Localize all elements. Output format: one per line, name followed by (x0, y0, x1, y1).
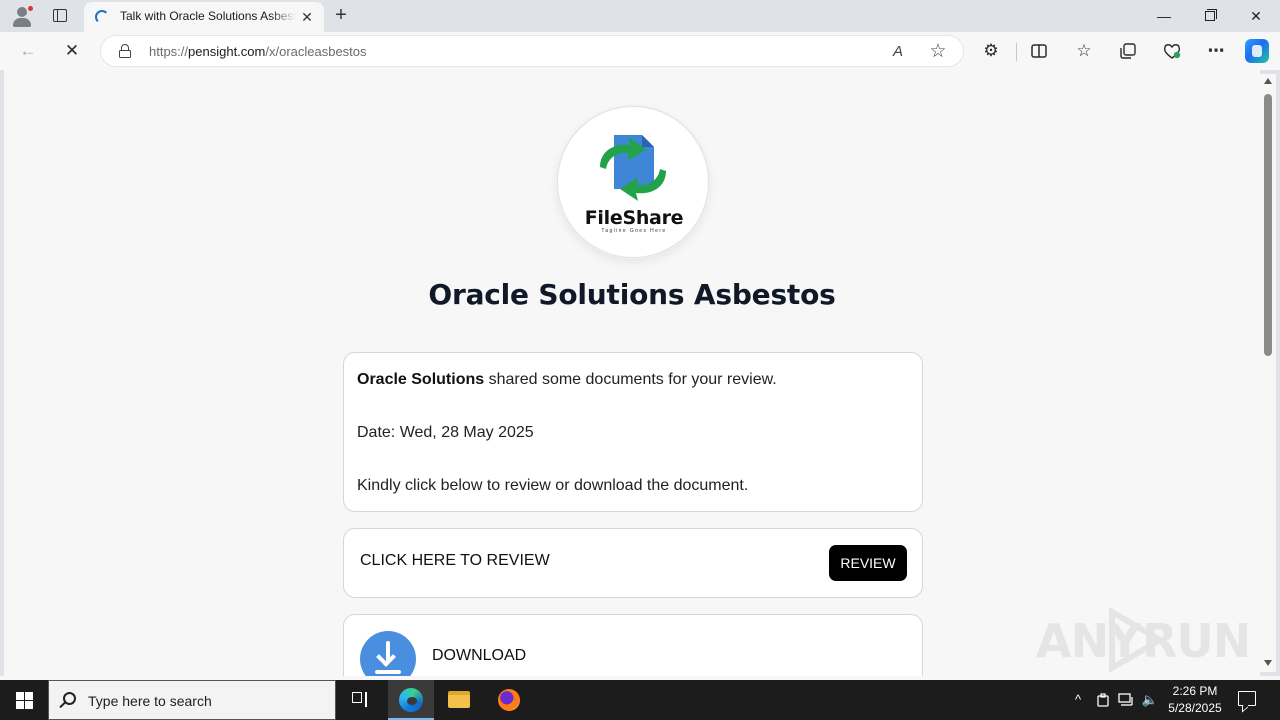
windows-taskbar: Type here to search ^ 🔈 2:26 PM 5/28/202… (0, 680, 1280, 720)
tab-close-icon[interactable]: ✕ (298, 8, 316, 26)
folder-icon (448, 691, 470, 708)
taskbar-clock[interactable]: 2:26 PM 5/28/2025 (1160, 683, 1230, 717)
clock-time: 2:26 PM (1172, 684, 1218, 698)
tray-security-icon[interactable] (1094, 680, 1112, 720)
taskbar-search-input[interactable]: Type here to search (48, 680, 336, 720)
favorites-icon[interactable]: ☆ (1070, 37, 1098, 65)
anyrun-watermark: ANY RUN (1036, 608, 1251, 672)
logo-wordmark: FileShare (584, 207, 684, 229)
share-info-card: Oracle Solutions shared some documents f… (343, 352, 923, 512)
browser-essentials-icon[interactable] (1158, 37, 1186, 65)
review-card[interactable]: CLICK HERE TO REVIEW REVIEW (343, 528, 923, 598)
page-title: Oracle Solutions Asbestos (428, 278, 836, 311)
scroll-up-icon[interactable] (1264, 78, 1272, 84)
sender-name: Oracle Solutions (357, 371, 485, 388)
page-viewport: FileShare Tagline Goes Here Oracle Solut… (4, 70, 1260, 676)
restore-button[interactable] (1187, 0, 1233, 32)
task-view-button[interactable] (337, 680, 383, 720)
split-screen-icon[interactable] (1025, 37, 1053, 65)
read-aloud-icon[interactable]: A (885, 39, 911, 65)
stop-loading-icon[interactable]: ✕ (58, 37, 86, 65)
network-icon[interactable] (1116, 680, 1136, 720)
back-icon[interactable]: ← (14, 37, 42, 65)
lock-icon[interactable] (119, 44, 131, 58)
tray-chevron-icon[interactable]: ^ (1068, 680, 1088, 720)
window-close-button[interactable]: ✕ (1233, 0, 1279, 32)
profile-avatar-icon[interactable] (10, 5, 34, 27)
download-label[interactable]: DOWNLOAD (432, 647, 526, 665)
url-text[interactable]: https://pensight.com/x/oracleasbestos (149, 44, 367, 59)
download-icon[interactable] (360, 631, 416, 676)
more-menu-icon[interactable]: ⋯ (1202, 37, 1230, 65)
edge-icon (399, 688, 423, 712)
review-prompt[interactable]: CLICK HERE TO REVIEW (360, 552, 550, 570)
taskbar-file-explorer[interactable] (436, 680, 482, 720)
firefox-icon (498, 689, 520, 711)
logo-tagline: Tagline Goes Here (601, 228, 667, 234)
scroll-down-icon[interactable] (1264, 660, 1272, 666)
file-sync-icon (600, 135, 666, 201)
new-tab-button[interactable]: + (330, 4, 352, 26)
clock-date: 5/28/2025 (1168, 701, 1222, 715)
tab-actions-icon[interactable] (50, 6, 70, 26)
start-button[interactable] (0, 680, 48, 720)
task-view-icon (352, 692, 368, 707)
share-date: Date: Wed, 28 May 2025 (357, 424, 534, 441)
search-icon (63, 692, 76, 705)
taskbar-firefox[interactable] (486, 680, 532, 720)
browser-toolbar: ← ✕ https://pensight.com/x/oracleasbesto… (0, 32, 1280, 70)
favorite-star-icon[interactable]: ☆ (925, 39, 951, 65)
shared-message: Oracle Solutions shared some documents f… (357, 371, 777, 388)
extensions-icon[interactable]: ⚙ (977, 37, 1005, 65)
instruction-text: Kindly click below to review or download… (357, 477, 749, 494)
fileshare-logo: FileShare Tagline Goes Here (557, 106, 709, 258)
taskbar-edge[interactable] (388, 680, 434, 720)
download-card[interactable]: DOWNLOAD (343, 614, 923, 676)
tab-active[interactable]: Talk with Oracle Solutions Asbestos ✕ (84, 2, 324, 32)
address-bar[interactable]: https://pensight.com/x/oracleasbestos A … (100, 35, 964, 67)
review-button[interactable]: REVIEW (829, 545, 907, 581)
copilot-icon[interactable] (1245, 39, 1269, 63)
loading-spinner-icon (95, 10, 109, 24)
volume-icon[interactable]: 🔈 (1140, 680, 1160, 720)
page-scrollbar[interactable] (1260, 74, 1276, 672)
tab-strip: Talk with Oracle Solutions Asbestos ✕ + … (0, 0, 1280, 32)
minimize-button[interactable]: — (1141, 0, 1187, 32)
collections-icon[interactable] (1114, 37, 1142, 65)
scrollbar-thumb[interactable] (1264, 94, 1272, 356)
notification-icon[interactable] (1238, 691, 1256, 706)
